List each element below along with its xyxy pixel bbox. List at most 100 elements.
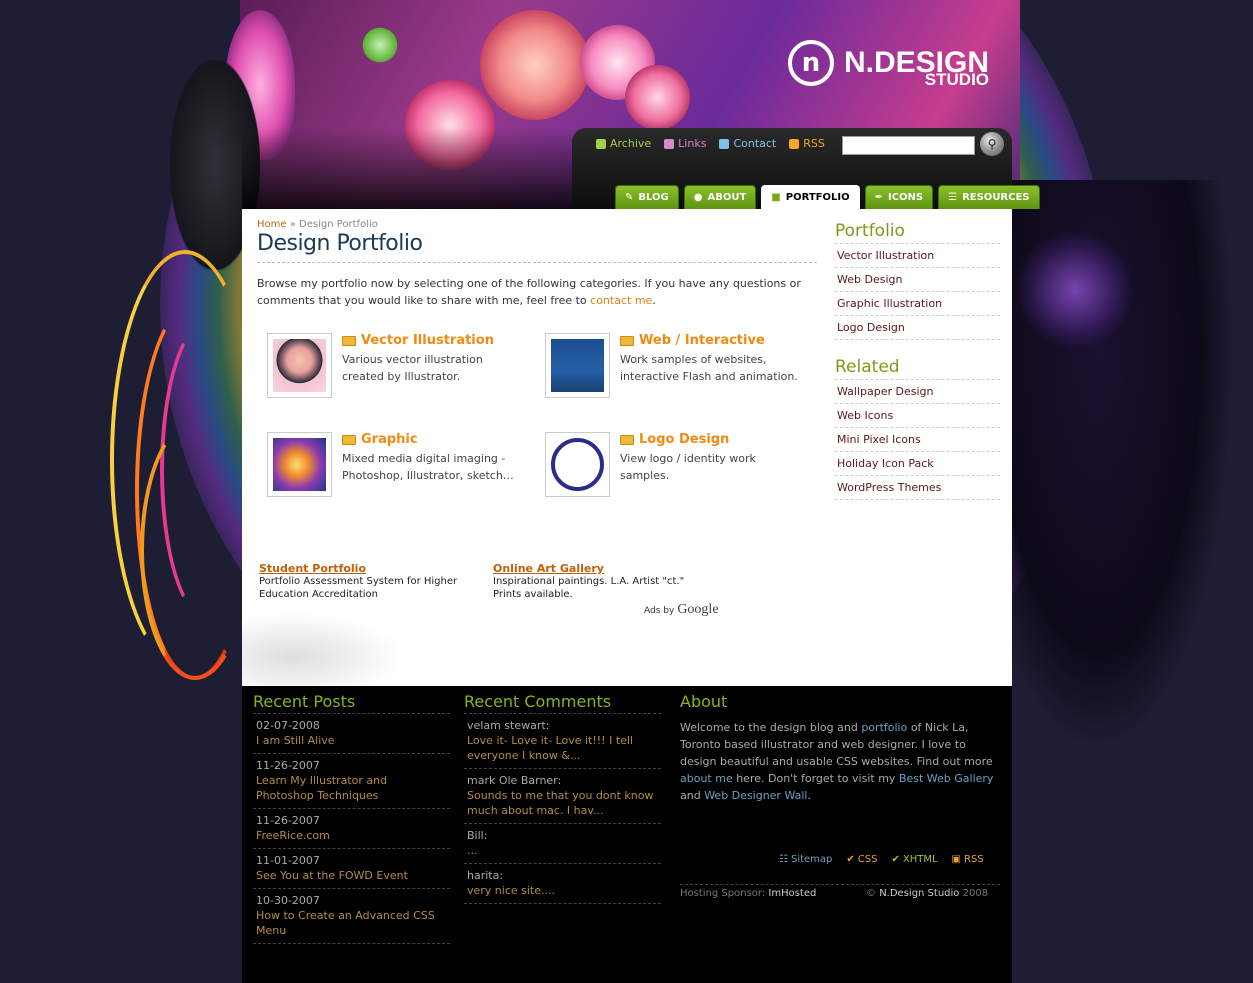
breadcrumb-home-link[interactable]: Home bbox=[257, 219, 287, 230]
main-content: Home » Design Portfolio Design Portfolio… bbox=[242, 209, 1012, 686]
footer-rss-link[interactable]: ▣ RSS bbox=[952, 854, 984, 865]
list-item[interactable]: 10-30-2007 How to Create an Advanced CSS … bbox=[253, 889, 450, 944]
category-vector-illustration[interactable]: Vector Illustration Various vector illus… bbox=[267, 333, 517, 403]
title-divider bbox=[257, 262, 817, 263]
archive-icon bbox=[596, 138, 606, 149]
rss-icon bbox=[789, 138, 800, 149]
page-title: Design Portfolio bbox=[257, 231, 423, 256]
list-item[interactable]: harita: very nice site.... bbox=[464, 864, 661, 904]
rss-link[interactable]: RSS bbox=[789, 137, 825, 150]
stack-icon: ☰ bbox=[948, 192, 958, 203]
list-item[interactable]: 11-26-2007 FreeRice.com bbox=[253, 809, 450, 849]
breadcrumb-separator: » bbox=[289, 219, 296, 230]
sidebar-item-web-icons[interactable]: Web Icons bbox=[835, 404, 1000, 428]
footer-heading: Recent Comments bbox=[464, 692, 661, 714]
sidebar-item-vector-illustration[interactable]: Vector Illustration bbox=[835, 244, 1000, 268]
sidebar-item-holiday-icon-pack[interactable]: Holiday Icon Pack bbox=[835, 452, 1000, 476]
sidebar-item-graphic-illustration[interactable]: Graphic Illustration bbox=[835, 292, 1000, 316]
links-link[interactable]: Links bbox=[664, 137, 706, 150]
links-icon bbox=[664, 138, 675, 149]
list-item[interactable]: 11-26-2007 Learn My Illustrator and Photo… bbox=[253, 754, 450, 809]
decorative-swirl bbox=[242, 609, 412, 686]
category-description: Various vector illustration created by I… bbox=[342, 353, 483, 383]
search-icon: ⚲ bbox=[987, 137, 997, 151]
tab-blog[interactable]: ✎ BLOG bbox=[615, 185, 679, 209]
vector-illustration-thumbnail[interactable] bbox=[267, 333, 332, 398]
list-item[interactable]: 02-07-2008 I am Still Alive bbox=[253, 714, 450, 754]
site-logo[interactable]: n N.DESIGN STUDIO bbox=[788, 40, 989, 89]
sidebar-item-logo-design[interactable]: Logo Design bbox=[835, 316, 1000, 340]
sidebar-item-mini-pixel-icons[interactable]: Mini Pixel Icons bbox=[835, 428, 1000, 452]
folder-icon bbox=[342, 434, 356, 445]
category-description: View logo / identity work samples. bbox=[620, 452, 756, 482]
sidebar-heading: Portfolio bbox=[835, 221, 1000, 244]
sidebar-item-wordpress-themes[interactable]: WordPress Themes bbox=[835, 476, 1000, 500]
contact-me-link[interactable]: contact me bbox=[590, 294, 652, 307]
sidebar-item-wallpaper-design[interactable]: Wallpaper Design bbox=[835, 380, 1000, 404]
pencil-icon: ✎ bbox=[625, 192, 634, 203]
search-button[interactable]: ⚲ bbox=[980, 132, 1004, 156]
tab-about[interactable]: ● ABOUT bbox=[683, 185, 757, 209]
hosting-sponsor-link[interactable]: ImHosted bbox=[768, 888, 816, 899]
ad-title-link[interactable]: Student Portfolio bbox=[259, 562, 489, 575]
web-interactive-thumbnail[interactable] bbox=[545, 333, 610, 398]
sidebar-portfolio: Portfolio Vector Illustration Web Design… bbox=[835, 221, 1000, 340]
tab-portfolio[interactable]: ■ PORTFOLIO bbox=[761, 185, 860, 209]
tab-resources[interactable]: ☰ RESOURCES bbox=[938, 185, 1040, 209]
footer-heading: Recent Posts bbox=[253, 692, 450, 714]
graphic-thumbnail[interactable] bbox=[267, 432, 332, 497]
rss-icon: ▣ bbox=[951, 854, 961, 865]
web-designer-wall-link[interactable]: Web Designer Wall bbox=[704, 789, 807, 802]
ads-by-google[interactable]: Ads by Google bbox=[644, 602, 719, 618]
category-web-interactive[interactable]: Web / Interactive Work samples of websit… bbox=[545, 333, 798, 403]
category-description: Work samples of websites, interactive Fl… bbox=[620, 353, 798, 383]
search-input[interactable] bbox=[842, 136, 975, 155]
about-me-link[interactable]: about me bbox=[680, 772, 733, 785]
briefcase-icon: ■ bbox=[771, 192, 781, 203]
hosting-sponsor: Hosting Sponsor: ImHosted bbox=[680, 888, 817, 899]
folder-icon bbox=[620, 335, 634, 346]
list-item[interactable]: 11-01-2007 See You at the FOWD Event bbox=[253, 849, 450, 889]
ad-online-art-gallery[interactable]: Online Art Gallery Inspirational paintin… bbox=[493, 562, 713, 601]
contact-icon bbox=[719, 138, 730, 149]
logo-subtitle: STUDIO bbox=[924, 70, 990, 89]
list-item[interactable]: mark Ole Barner: Sounds to me that you do… bbox=[464, 769, 661, 824]
brush-icon: ✒ bbox=[874, 192, 883, 203]
ad-title-link[interactable]: Online Art Gallery bbox=[493, 562, 713, 575]
about-section: About Welcome to the design blog and por… bbox=[680, 692, 1000, 804]
footer-links: ☷ Sitemap ✔ CSS ✔ XHTML ▣ RSS bbox=[779, 854, 984, 865]
copyright: © N.Design Studio 2008 bbox=[866, 888, 989, 899]
top-links: Archive Links Contact RSS bbox=[596, 137, 825, 150]
logo-design-thumbnail[interactable] bbox=[545, 432, 610, 497]
person-icon: ● bbox=[693, 192, 703, 203]
best-web-gallery-link[interactable]: Best Web Gallery bbox=[899, 772, 994, 785]
category-title: Graphic bbox=[361, 432, 418, 447]
sidebar-heading: Related bbox=[835, 357, 1000, 380]
tab-icons[interactable]: ✒ ICONS bbox=[864, 185, 934, 209]
sidebar-item-web-design[interactable]: Web Design bbox=[835, 268, 1000, 292]
check-icon: ✔ bbox=[891, 854, 900, 865]
category-graphic[interactable]: Graphic Mixed media digital imaging - Ph… bbox=[267, 432, 517, 502]
intro-paragraph: Browse my portfolio now by selecting one… bbox=[257, 277, 801, 307]
sidebar-related: Related Wallpaper Design Web Icons Mini … bbox=[835, 357, 1000, 500]
footer-heading: About bbox=[680, 692, 728, 711]
portfolio-link[interactable]: portfolio bbox=[861, 721, 907, 734]
xhtml-link[interactable]: ✔ XHTML bbox=[891, 854, 937, 865]
main-nav-tabs: ✎ BLOG ● ABOUT ■ PORTFOLIO ✒ ICONS ☰ RES… bbox=[615, 185, 1040, 209]
css-link[interactable]: ✔ CSS bbox=[846, 854, 877, 865]
archive-link[interactable]: Archive bbox=[596, 137, 651, 150]
list-item[interactable]: velam stewart: Love it- Love it- Love it!… bbox=[464, 714, 661, 769]
logo-mark: n bbox=[788, 40, 834, 86]
ad-text: Portfolio Assessment System for Higher E… bbox=[259, 576, 458, 600]
ad-student-portfolio[interactable]: Student Portfolio Portfolio Assessment S… bbox=[259, 562, 489, 601]
recent-posts: Recent Posts 02-07-2008 I am Still Alive … bbox=[253, 692, 450, 944]
sitemap-link[interactable]: ☷ Sitemap bbox=[779, 854, 832, 865]
breadcrumb-current: Design Portfolio bbox=[299, 219, 378, 230]
folder-icon bbox=[620, 434, 634, 445]
list-item[interactable]: Bill:... bbox=[464, 824, 661, 864]
category-logo-design[interactable]: Logo Design View logo / identity work sa… bbox=[545, 432, 795, 502]
breadcrumb: Home » Design Portfolio bbox=[257, 219, 378, 230]
contact-link[interactable]: Contact bbox=[719, 137, 776, 150]
category-title: Logo Design bbox=[639, 432, 730, 447]
about-text: Welcome to the design blog and portfolio… bbox=[680, 721, 994, 802]
